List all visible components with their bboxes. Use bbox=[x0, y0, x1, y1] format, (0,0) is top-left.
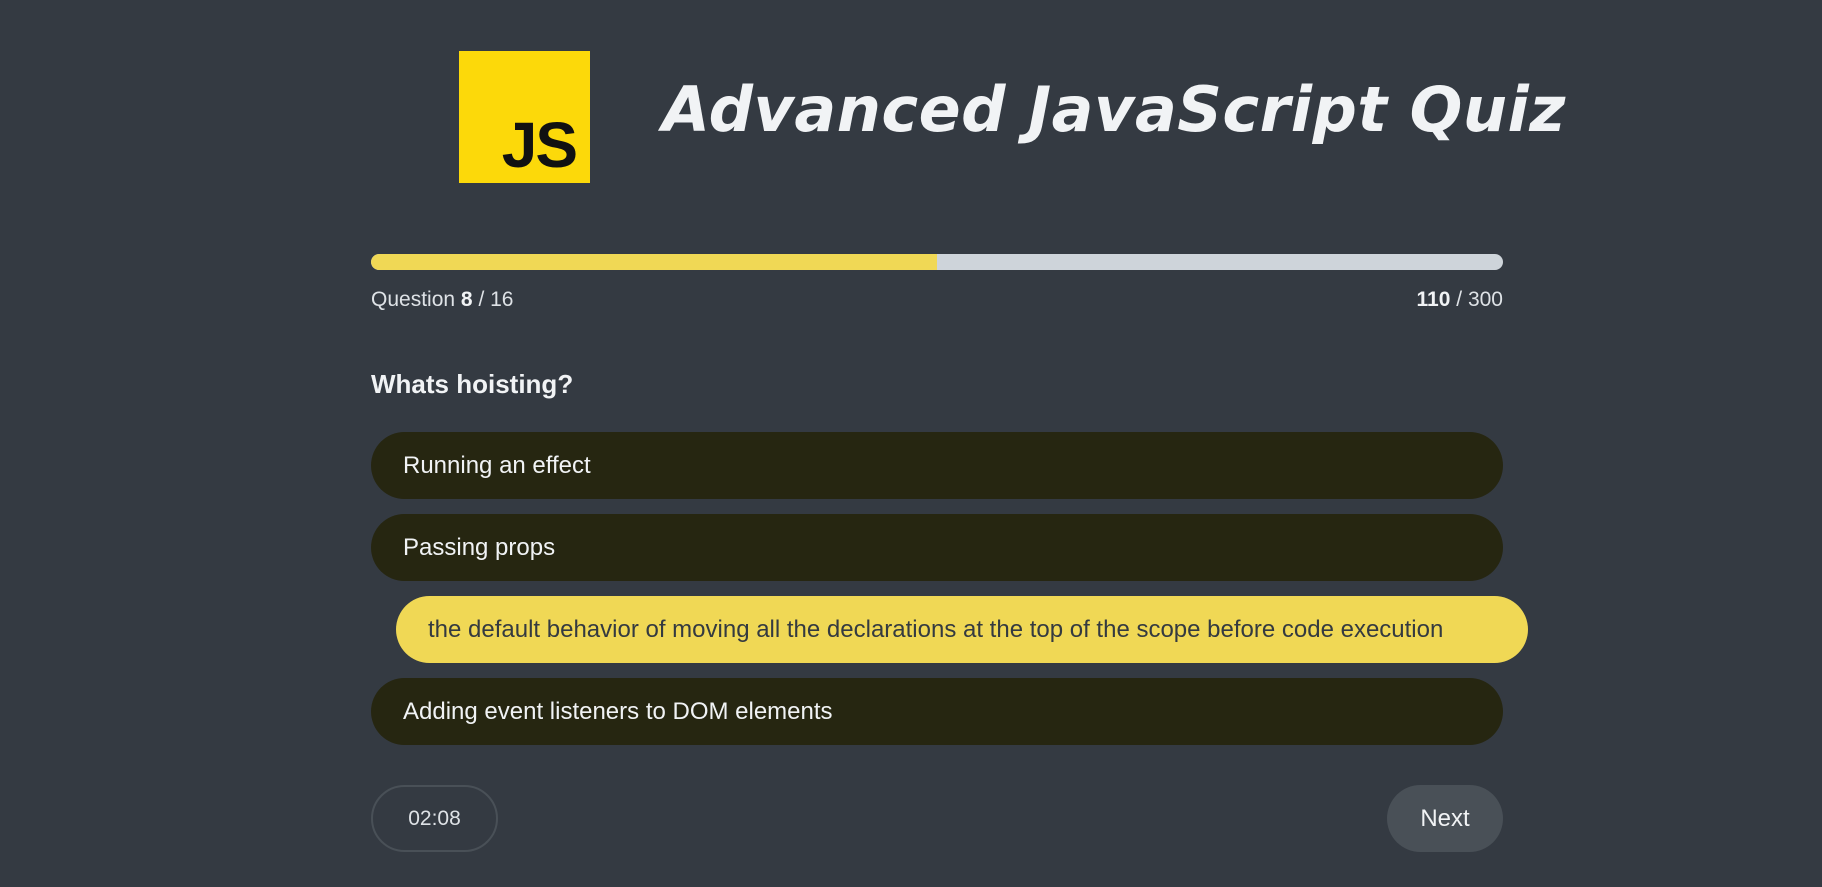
progress-bar bbox=[371, 254, 1503, 270]
points: 110 bbox=[1416, 288, 1451, 311]
points-separator: / bbox=[1456, 288, 1463, 311]
question-label: Question bbox=[371, 288, 456, 311]
total-questions: 16 bbox=[490, 288, 514, 311]
progress-fill bbox=[371, 254, 937, 270]
answer-options: Running an effect Passing props the defa… bbox=[371, 432, 1528, 760]
question-counter: Question 8 / 16 bbox=[371, 288, 513, 312]
current-question: 8 bbox=[460, 288, 473, 311]
answer-option-selected[interactable]: the default behavior of moving all the d… bbox=[396, 596, 1528, 663]
question-text: Whats hoisting? bbox=[371, 369, 574, 399]
js-logo: JS bbox=[459, 51, 590, 183]
question-separator: / bbox=[478, 288, 485, 311]
header: JS Advanced JavaScript Quiz bbox=[459, 51, 1565, 183]
max-points: 300 bbox=[1467, 288, 1503, 311]
answer-option[interactable]: Adding event listeners to DOM elements bbox=[371, 678, 1503, 745]
next-button[interactable]: Next bbox=[1387, 785, 1503, 852]
answer-option[interactable]: Running an effect bbox=[371, 432, 1503, 499]
logo-text: JS bbox=[501, 109, 578, 181]
page-title: Advanced JavaScript Quiz bbox=[662, 73, 1566, 146]
points-counter: 110 / 300 bbox=[1417, 288, 1503, 312]
timer: 02:08 bbox=[371, 785, 498, 852]
answer-option[interactable]: Passing props bbox=[371, 514, 1503, 581]
